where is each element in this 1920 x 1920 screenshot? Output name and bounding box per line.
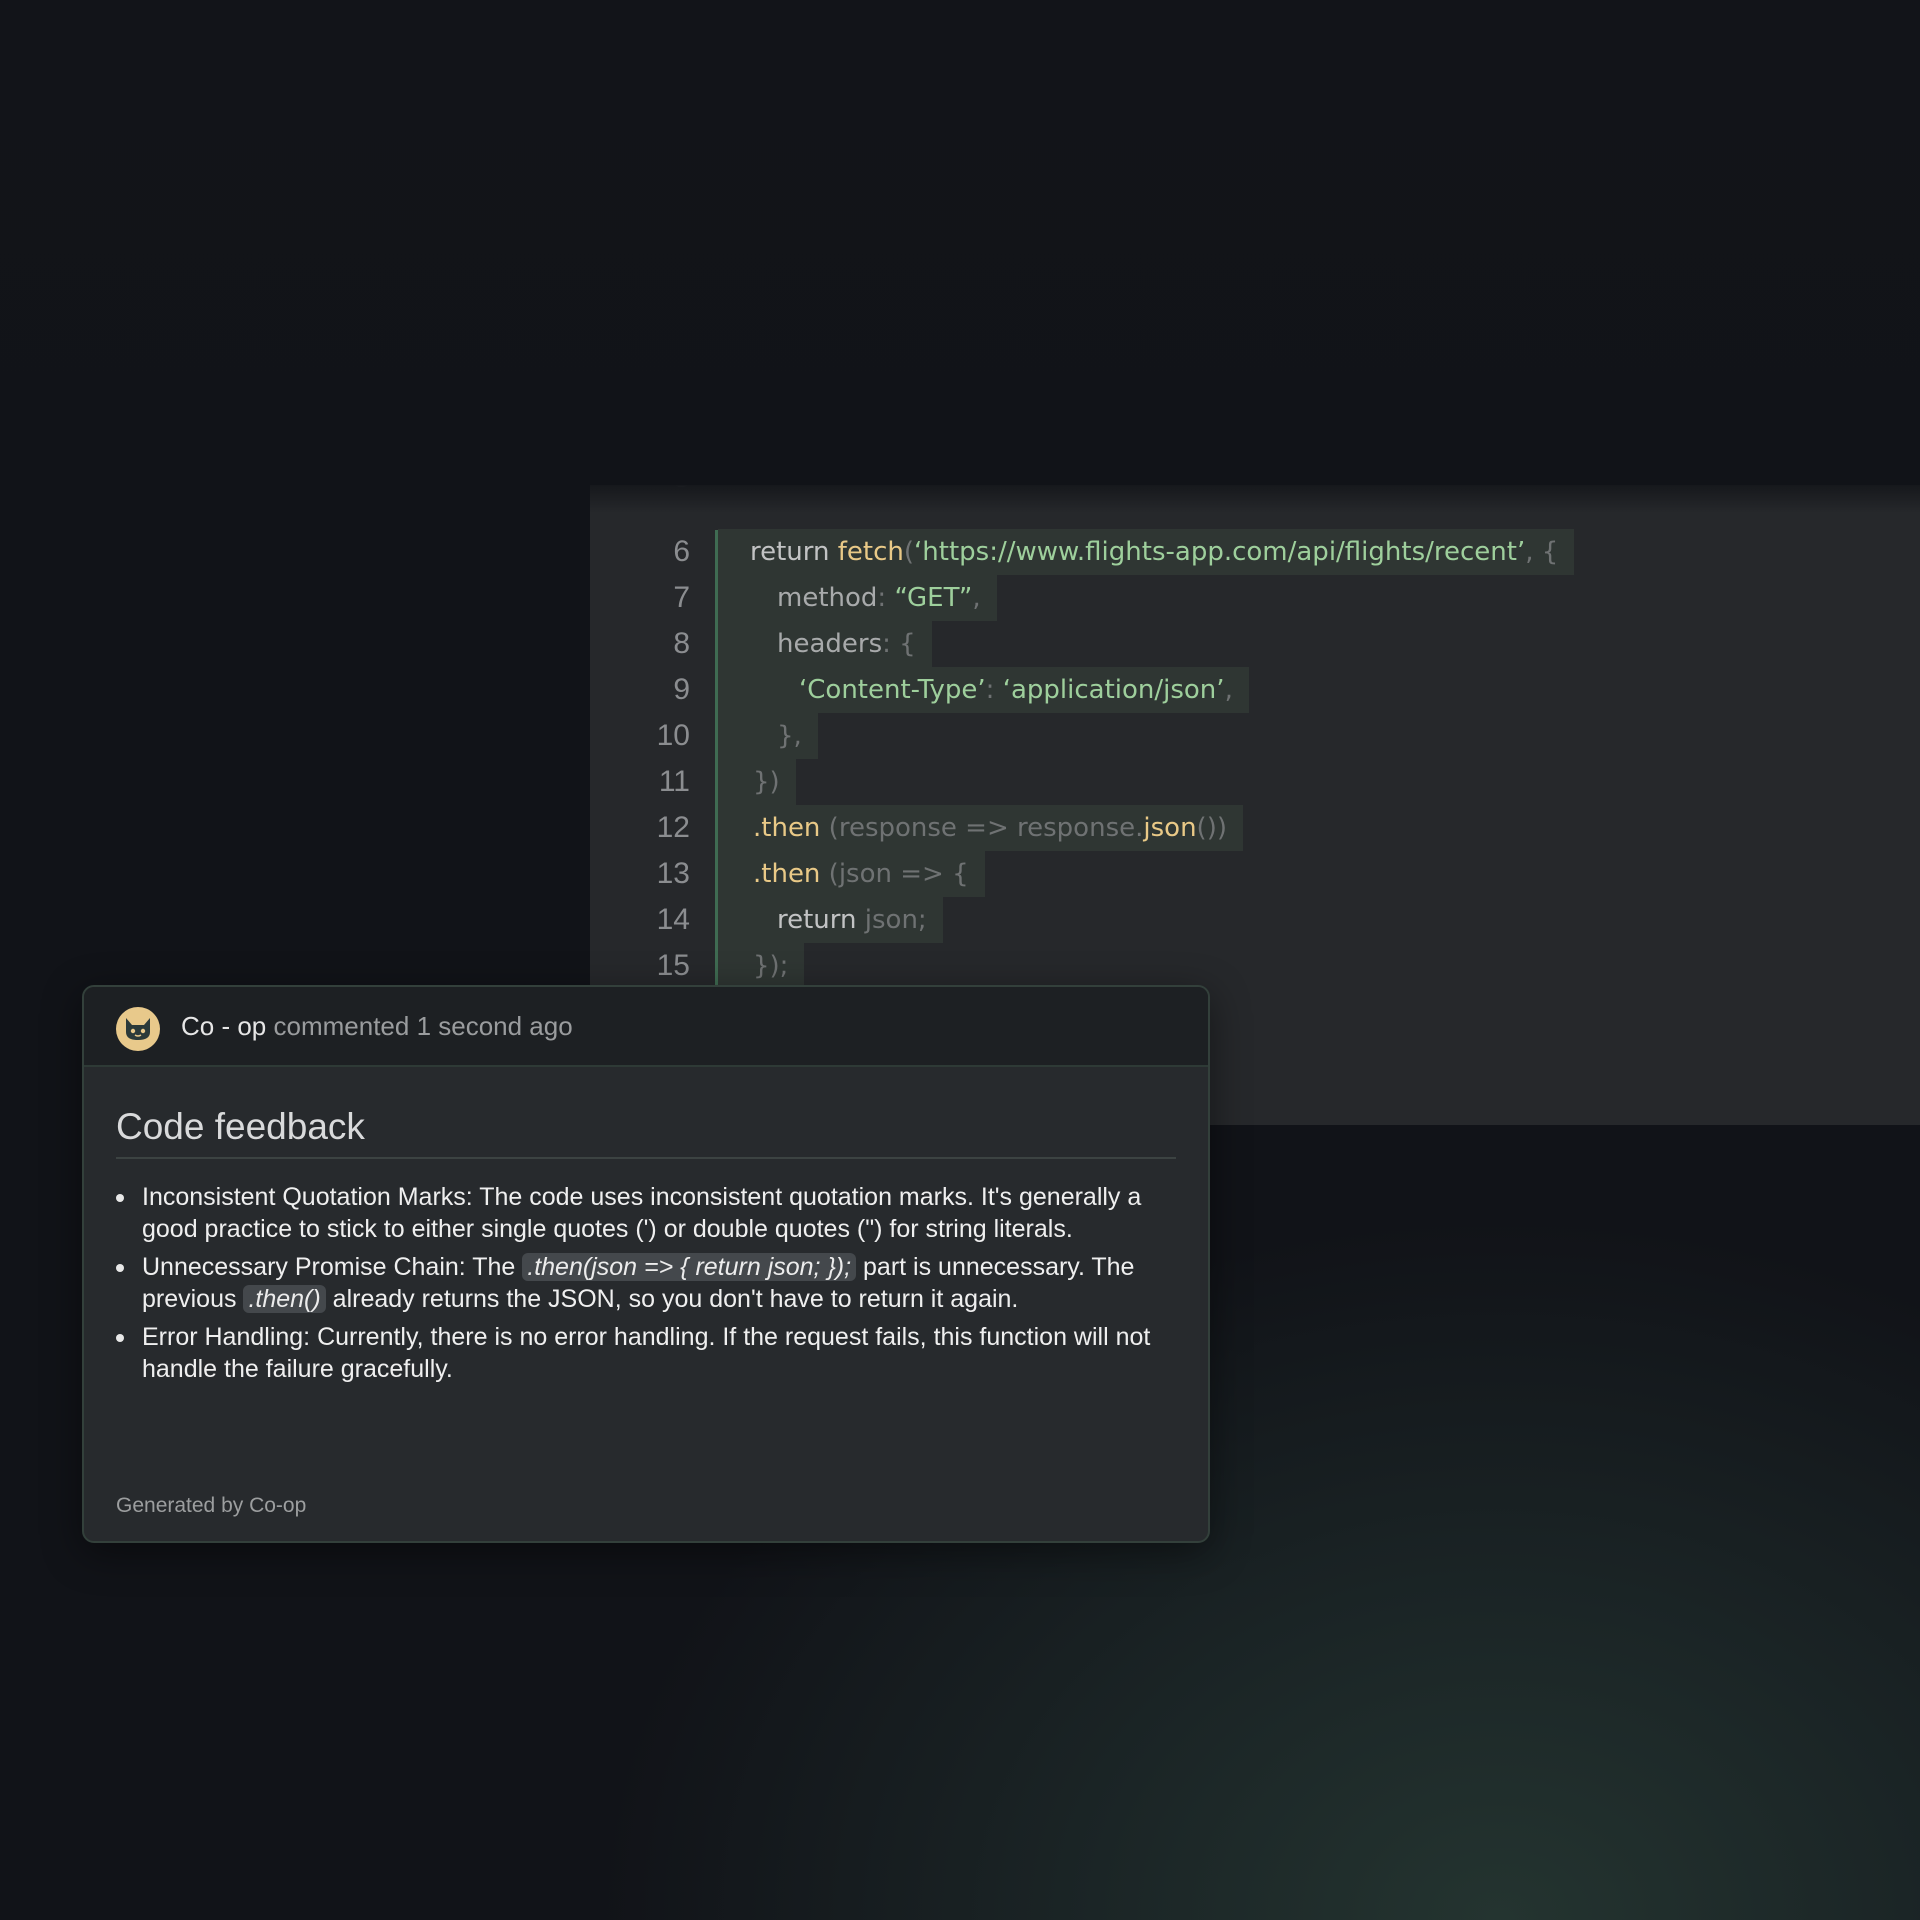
code-text: }) — [718, 759, 796, 805]
inline-code: .then() — [243, 1285, 326, 1313]
comment-body: Code feedback Inconsistent Quotation Mar… — [84, 1067, 1208, 1385]
code-token: : — [877, 583, 895, 613]
feedback-text: already returns the JSON, so you don't h… — [325, 1285, 1019, 1313]
feedback-item-quotes: Inconsistent Quotation Marks: The code u… — [116, 1181, 1152, 1245]
code-token: , — [1224, 675, 1233, 705]
code-text: method: “GET”, — [718, 575, 997, 621]
code-text: .then (response => response.json()) — [718, 805, 1243, 851]
code-line: 10}, — [590, 713, 1920, 759]
code-text: return json; — [718, 897, 943, 943]
code-text: }); — [718, 943, 805, 989]
code-text: return fetch(‘https://www.flights-app.co… — [718, 529, 1575, 575]
code-text: headers: { — [718, 621, 932, 667]
comment-header: Co - op commented 1 second ago — [84, 987, 1208, 1067]
code-line: 6 return fetch(‘https://www.flights-app.c… — [590, 529, 1920, 575]
line-number: 14 — [656, 903, 690, 936]
line-number: 6 — [673, 535, 690, 568]
code-token: .then — [753, 859, 821, 889]
comment-card: Co - op commented 1 second ago Code feed… — [82, 985, 1210, 1543]
code-text: ‘Content-Type’: ‘application/json’, — [718, 667, 1249, 713]
feedback-text: Inconsistent Quotation Marks: The code u… — [142, 1183, 1142, 1243]
coop-cat-icon-glyph — [126, 1018, 150, 1040]
code-token: (json => { — [820, 859, 969, 889]
code-token: .then — [753, 813, 821, 843]
code-token: json — [1143, 813, 1197, 843]
code-line: 7 method: “GET”, — [590, 575, 1920, 621]
code-line: 8 headers: { — [590, 621, 1920, 667]
code-token: method — [777, 583, 878, 613]
feedback-text: Error Handling: Currently, there is no e… — [142, 1323, 1151, 1383]
feedback-item-promise-chain: Unnecessary Promise Chain: The .then(jso… — [116, 1251, 1152, 1315]
code-line: 12 .then (response => response.json()) — [590, 805, 1920, 851]
line-number: 15 — [656, 949, 690, 982]
line-number: 10 — [656, 719, 690, 752]
code-token: : { — [882, 629, 916, 659]
line-number: 9 — [673, 673, 690, 706]
code-token: , { — [1525, 537, 1559, 567]
bullet-icon — [116, 1194, 124, 1202]
bullet-icon — [116, 1334, 124, 1342]
code-token: , — [972, 583, 981, 613]
background — [0, 0, 1920, 500]
line-number: 8 — [673, 627, 690, 660]
code-token: json; — [864, 905, 927, 935]
code-text: }, — [718, 713, 818, 759]
code-token: (response => response. — [820, 813, 1144, 843]
line-number: 11 — [658, 765, 690, 798]
comment-title: Code feedback — [116, 1103, 1176, 1159]
line-number: 12 — [656, 811, 690, 844]
code-line: 11}) — [590, 759, 1920, 805]
comment-author[interactable]: Co - op — [181, 1011, 266, 1041]
code-token: ‘https://www.flights-app.com/api/flights… — [914, 537, 1526, 567]
code-token: ( — [903, 537, 915, 567]
code-token: }, — [777, 721, 802, 751]
code-token: return — [750, 537, 838, 567]
code-token: ‘Content-Type’ — [799, 675, 986, 705]
code-token: }) — [753, 767, 780, 797]
comment-timestamp: commented 1 second ago — [273, 1011, 573, 1041]
code-text: .then (json => { — [718, 851, 985, 897]
feedback-item-error-handling: Error Handling: Currently, there is no e… — [116, 1321, 1152, 1385]
code-token: fetch — [837, 537, 904, 567]
code-token: ‘application/json’ — [1002, 675, 1225, 705]
feedback-list: Inconsistent Quotation Marks: The code u… — [116, 1181, 1176, 1385]
inline-code: .then(json => { return json; }); — [522, 1253, 857, 1281]
line-number: 13 — [656, 857, 690, 890]
line-number-partial: 5 — [590, 485, 690, 501]
code-token: }); — [753, 951, 789, 981]
code-line: 13 .then (json => { — [590, 851, 1920, 897]
comment-meta: Co - op commented 1 second ago — [181, 987, 573, 1065]
bullet-icon — [116, 1264, 124, 1272]
comment-footer: Generated by Co-op — [116, 1494, 307, 1517]
code-token: return — [777, 905, 865, 935]
code-line: 9 ‘Content-Type’: ‘application/json’, — [590, 667, 1920, 713]
code-token: headers — [777, 629, 883, 659]
code-line: 15}); — [590, 943, 1920, 989]
code-line: 14 return json; — [590, 897, 1920, 943]
code-token: : — [985, 675, 1003, 705]
line-number: 7 — [673, 581, 690, 614]
code-token: “GET” — [894, 583, 973, 613]
code-token: ()) — [1196, 813, 1227, 843]
coop-cat-icon[interactable] — [116, 1007, 160, 1051]
feedback-text: Unnecessary Promise Chain: The — [142, 1253, 523, 1281]
